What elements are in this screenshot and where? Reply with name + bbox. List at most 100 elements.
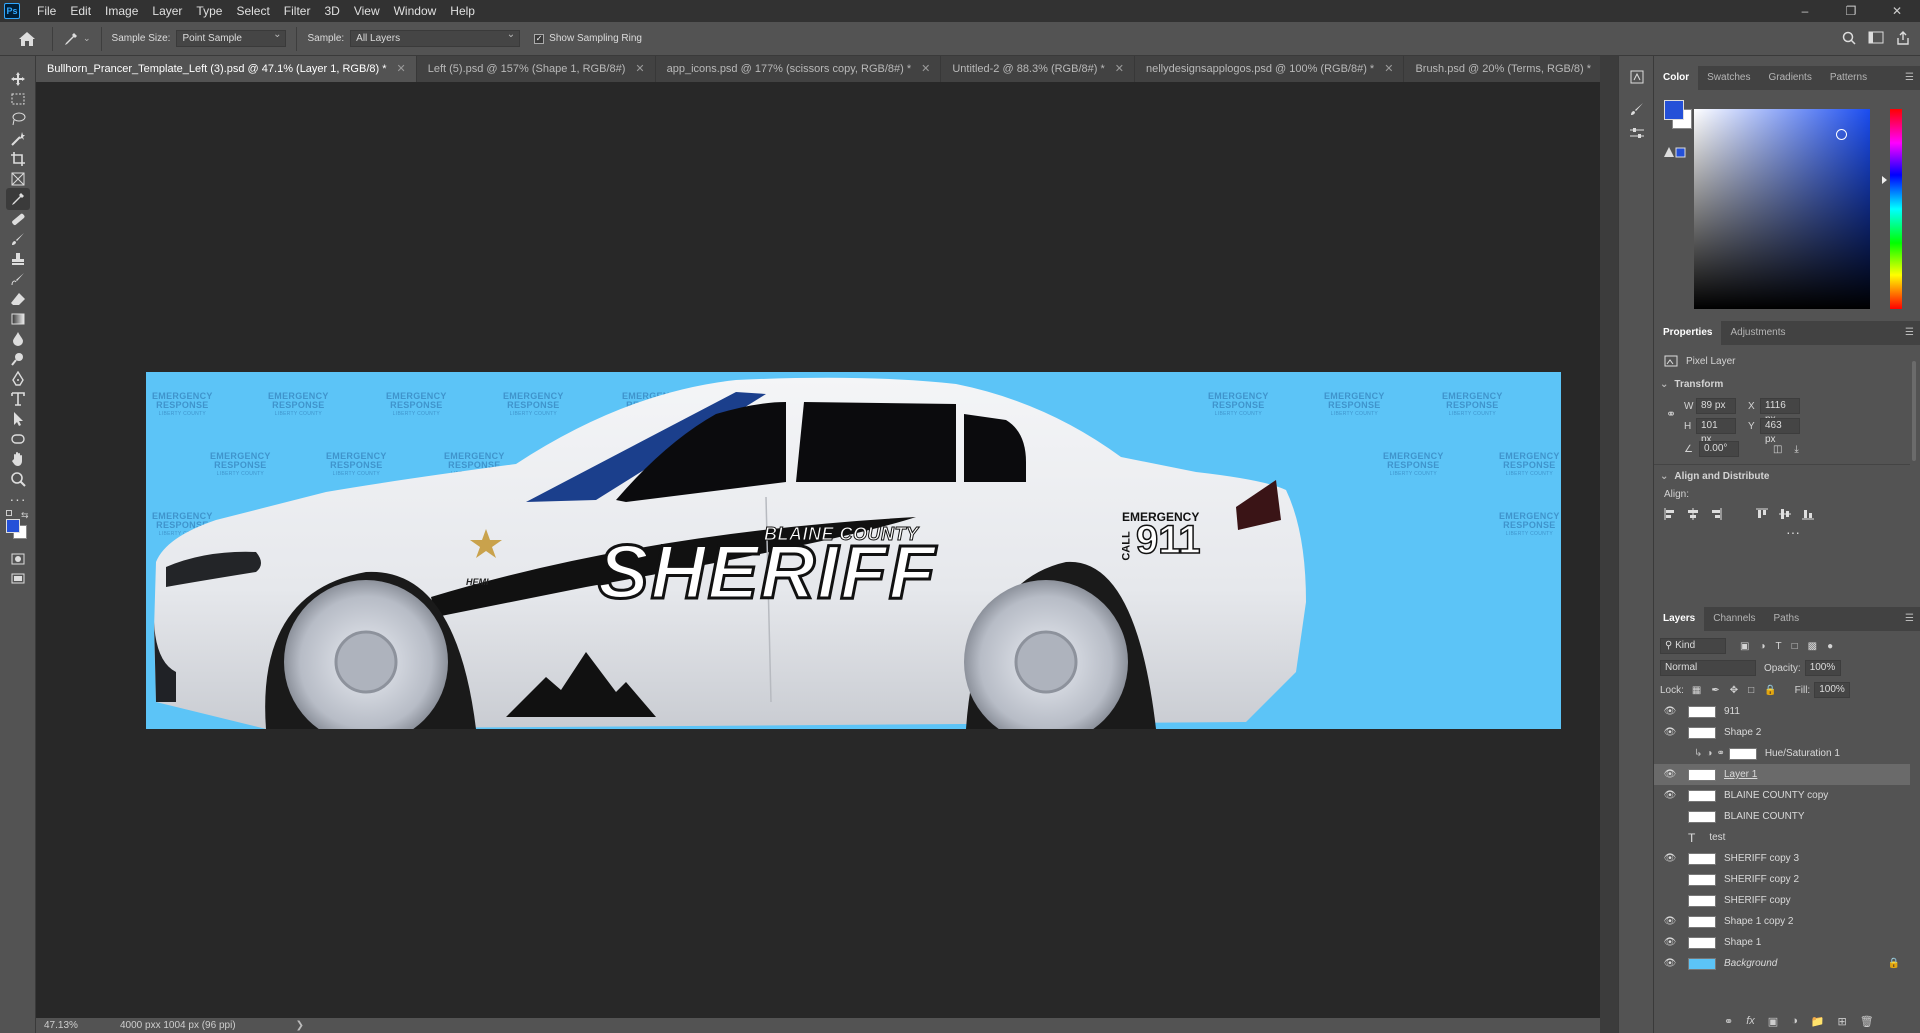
menu-help[interactable]: Help xyxy=(443,0,482,22)
tab-properties[interactable]: Properties xyxy=(1654,321,1722,345)
more-tools-icon[interactable]: ··· xyxy=(6,488,30,510)
out-of-gamut-warning-icon[interactable] xyxy=(1664,146,1686,161)
layer-row[interactable]: 👁 Shape 1 xyxy=(1654,932,1910,953)
document-tab[interactable]: Left (5).psd @ 157% (Shape 1, RGB/8#) ✕ xyxy=(416,56,656,82)
height-field[interactable]: 101 px xyxy=(1696,418,1736,445)
properties-scrollbar[interactable] xyxy=(1912,361,1916,461)
canvas-area[interactable]: EMERGENCY RESPONSE LIBERTY COUNTY EMERGENC… xyxy=(36,82,1600,1018)
new-layer-icon[interactable]: ⊞ xyxy=(1838,1015,1847,1028)
angle-field[interactable]: 0.00° xyxy=(1698,441,1739,457)
link-dimensions-icon[interactable]: ⚭ xyxy=(1666,407,1676,421)
align-middle-icon[interactable] xyxy=(1779,508,1791,523)
document-tab[interactable]: Brush.psd @ 20% (Terms, RGB/8) *✕ xyxy=(1404,56,1622,82)
layer-row[interactable]: SHERIFF copy xyxy=(1654,890,1910,911)
blur-tool-icon[interactable] xyxy=(6,328,30,350)
menu-3d[interactable]: 3D xyxy=(317,0,346,22)
zoom-level[interactable]: 47.13% xyxy=(36,1020,106,1031)
color-picker-cursor[interactable] xyxy=(1836,129,1847,140)
swap-colors-icon[interactable]: ⇆ xyxy=(21,510,29,521)
color-field[interactable] xyxy=(1694,109,1870,309)
sample-select[interactable]: All Layers xyxy=(350,29,521,47)
crop-tool-icon[interactable] xyxy=(6,148,30,170)
lasso-tool-icon[interactable] xyxy=(6,108,30,130)
close-tab-icon[interactable]: ✕ xyxy=(1384,56,1393,82)
hand-tool-icon[interactable] xyxy=(6,448,30,470)
menu-image[interactable]: Image xyxy=(98,0,145,22)
align-center-icon[interactable] xyxy=(1687,508,1699,523)
menu-view[interactable]: View xyxy=(347,0,387,22)
close-icon[interactable]: ✕ xyxy=(1874,0,1920,22)
share-icon[interactable] xyxy=(1896,30,1910,48)
pen-tool-icon[interactable] xyxy=(6,368,30,390)
zoom-tool-icon[interactable] xyxy=(6,468,30,490)
minimize-icon[interactable]: – xyxy=(1782,0,1828,22)
layer-row[interactable]: BLAINE COUNTY xyxy=(1654,806,1910,827)
filter-adjustment-icon[interactable]: ◑ xyxy=(1759,641,1765,652)
close-tab-icon[interactable]: ✕ xyxy=(1115,56,1124,82)
panel-menu-icon[interactable]: ☰ xyxy=(1905,72,1914,83)
filter-pixel-icon[interactable]: ▣ xyxy=(1740,641,1749,652)
eraser-tool-icon[interactable] xyxy=(6,288,30,310)
tab-patterns[interactable]: Patterns xyxy=(1821,66,1876,90)
move-tool-icon[interactable] xyxy=(6,68,30,90)
tab-swatches[interactable]: Swatches xyxy=(1698,66,1759,90)
show-sampling-ring-checkbox[interactable]: ✓ xyxy=(534,33,545,44)
layer-row[interactable]: 👁 Shape 2 xyxy=(1654,722,1910,743)
screen-mode-icon[interactable] xyxy=(6,568,30,590)
foreground-color-swatch[interactable] xyxy=(1664,100,1684,120)
menu-filter[interactable]: Filter xyxy=(277,0,318,22)
tab-paths[interactable]: Paths xyxy=(1765,607,1809,631)
filter-toggle-icon[interactable]: ● xyxy=(1827,641,1833,652)
document-tab[interactable]: Untitled-2 @ 88.3% (RGB/8#) * ✕ xyxy=(941,56,1135,82)
layer-style-icon[interactable]: fx xyxy=(1746,1015,1755,1028)
lock-all-icon[interactable]: 🔒 xyxy=(1764,685,1776,696)
type-tool-icon[interactable] xyxy=(6,388,30,410)
search-icon[interactable] xyxy=(1842,31,1856,48)
align-bottom-icon[interactable] xyxy=(1802,508,1814,523)
layer-row[interactable]: 👁 Layer 1 xyxy=(1654,764,1910,785)
chevron-down-icon[interactable]: ⌄ xyxy=(1660,471,1668,482)
menu-type[interactable]: Type xyxy=(189,0,229,22)
flip-vertical-icon[interactable]: ⤓ xyxy=(1794,444,1798,455)
hue-slider-marker[interactable] xyxy=(1882,176,1887,184)
magic-wand-tool-icon[interactable] xyxy=(6,128,30,150)
eyedropper-preset-icon[interactable]: ⌄ xyxy=(63,31,91,47)
layer-row[interactable]: 👁 SHERIFF copy 3 xyxy=(1654,848,1910,869)
foreground-color-swatch[interactable] xyxy=(6,519,20,533)
layer-row[interactable]: 👁 BLAINE COUNTY copy xyxy=(1654,785,1910,806)
menu-layer[interactable]: Layer xyxy=(145,0,189,22)
visibility-eye-icon[interactable]: 👁 xyxy=(1660,937,1680,948)
add-mask-icon[interactable]: ▣ xyxy=(1768,1015,1778,1028)
close-tab-icon[interactable]: ✕ xyxy=(921,56,930,82)
frame-tool-icon[interactable] xyxy=(6,168,30,190)
align-right-icon[interactable] xyxy=(1710,508,1722,523)
brush-settings-panel-icon[interactable] xyxy=(1625,98,1649,120)
tab-color[interactable]: Color xyxy=(1654,66,1699,90)
delete-layer-icon[interactable]: 🗑 xyxy=(1860,1015,1874,1028)
lock-pixels-icon[interactable]: ✒ xyxy=(1711,685,1719,696)
chevron-down-icon[interactable]: ⌄ xyxy=(1660,379,1668,390)
filter-kind-select[interactable]: ⚲ Kind xyxy=(1660,638,1726,654)
y-field[interactable]: 463 px xyxy=(1760,418,1800,445)
menu-select[interactable]: Select xyxy=(229,0,276,22)
marquee-tool-icon[interactable] xyxy=(6,88,30,110)
eyedropper-tool-icon[interactable] xyxy=(6,188,30,210)
document-canvas[interactable]: EMERGENCY RESPONSE LIBERTY COUNTY EMERGENC… xyxy=(146,372,1561,729)
layer-row[interactable]: T test xyxy=(1654,827,1910,848)
menu-window[interactable]: Window xyxy=(387,0,444,22)
tab-layers[interactable]: Layers xyxy=(1654,607,1705,631)
document-info[interactable]: 4000 pxx 1004 px (96 ppi) xyxy=(106,1020,236,1031)
align-left-icon[interactable] xyxy=(1664,508,1676,523)
quick-mask-icon[interactable] xyxy=(6,548,30,570)
filter-shape-icon[interactable]: □ xyxy=(1792,641,1798,652)
more-options-icon[interactable]: ··· xyxy=(1786,524,1800,540)
clone-stamp-tool-icon[interactable] xyxy=(6,248,30,270)
lock-transparent-icon[interactable]: ▦ xyxy=(1692,685,1701,696)
color-swatches[interactable]: ⇆ xyxy=(6,510,32,539)
tab-adjustments[interactable]: Adjustments xyxy=(1721,321,1794,345)
visibility-eye-icon[interactable]: 👁 xyxy=(1660,769,1680,780)
brush-tool-icon[interactable] xyxy=(6,228,30,250)
layer-row[interactable]: 👁 911 xyxy=(1654,701,1910,722)
shape-tool-icon[interactable] xyxy=(6,428,30,450)
document-tab[interactable]: nellydesignsapplogos.psd @ 100% (RGB/8#)… xyxy=(1134,56,1405,82)
